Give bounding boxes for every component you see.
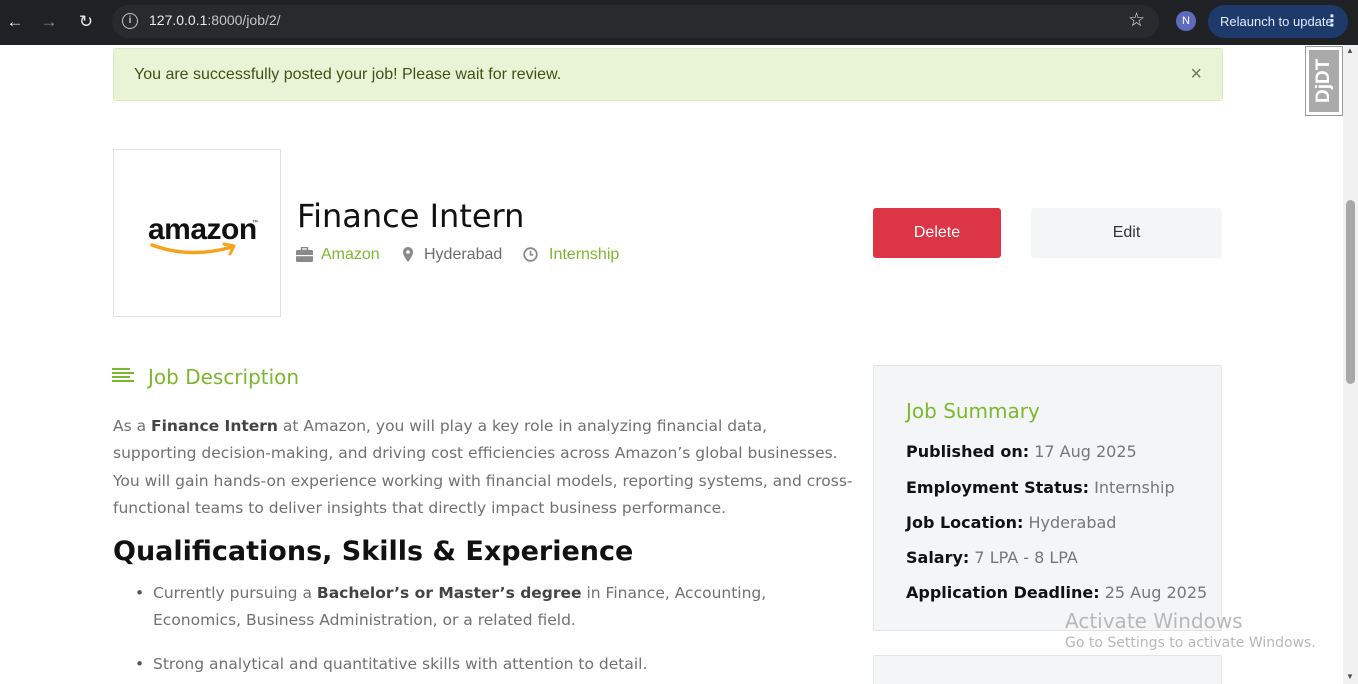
summary-salary: Salary: 7 LPA - 8 LPA bbox=[906, 548, 1078, 567]
scroll-up-arrow-icon[interactable]: ▲ bbox=[1346, 46, 1354, 55]
debug-toolbar-handle[interactable]: DjDT bbox=[1305, 46, 1343, 116]
back-arrow-icon[interactable]: ← bbox=[2, 9, 28, 35]
map-pin-icon bbox=[403, 247, 413, 262]
job-summary-card: Job Summary Published on: 17 Aug 2025 Em… bbox=[873, 365, 1222, 631]
menu-dots-icon[interactable]: ⋮ bbox=[1324, 5, 1340, 38]
clock-icon bbox=[523, 247, 538, 262]
company-link[interactable]: Amazon bbox=[321, 245, 380, 265]
activation-watermark-subtitle: Go to Settings to activate Windows. bbox=[1065, 635, 1316, 651]
summary-published: Published on: 17 Aug 2025 bbox=[906, 442, 1137, 461]
site-info-icon[interactable]: i bbox=[122, 13, 138, 29]
job-title: Finance Intern bbox=[297, 197, 525, 235]
browser-toolbar: ← → ↻ i 127.0.0.1:8000/job/2/ ☆ N Relaun… bbox=[0, 0, 1358, 45]
bookmark-star-icon[interactable]: ☆ bbox=[1128, 9, 1145, 32]
list-item: Strong analytical and quantitative skill… bbox=[133, 651, 833, 679]
alert-message: You are successfully posted your job! Pl… bbox=[134, 66, 562, 83]
secondary-card bbox=[873, 655, 1222, 684]
job-type-link[interactable]: Internship bbox=[549, 245, 619, 265]
qualifications-list: Currently pursuing a Bachelor’s or Maste… bbox=[133, 580, 833, 684]
summary-status: Employment Status: Internship bbox=[906, 478, 1175, 497]
align-left-icon bbox=[112, 368, 134, 384]
url-text[interactable]: 127.0.0.1:8000/job/2/ bbox=[149, 12, 281, 28]
amazon-smile-icon bbox=[150, 242, 236, 256]
qualifications-heading: Qualifications, Skills & Experience bbox=[113, 536, 634, 567]
summary-deadline: Application Deadline: 25 Aug 2025 bbox=[906, 583, 1208, 602]
list-item: Currently pursuing a Bachelor’s or Maste… bbox=[133, 580, 833, 635]
close-icon[interactable]: × bbox=[1190, 63, 1202, 86]
summary-location: Job Location: Hyderabad bbox=[906, 513, 1117, 532]
relaunch-button[interactable]: Relaunch to update ⋮ bbox=[1208, 5, 1348, 38]
edit-button[interactable]: Edit bbox=[1031, 208, 1222, 258]
briefcase-icon bbox=[296, 247, 313, 262]
activation-watermark-title: Activate Windows bbox=[1065, 609, 1243, 633]
logo-tm-mark: ™ bbox=[252, 220, 258, 226]
job-description-text: As a Finance Intern at Amazon, you will … bbox=[113, 417, 853, 517]
address-bar[interactable]: i 127.0.0.1:8000/job/2/ ☆ bbox=[112, 5, 1159, 38]
reload-icon[interactable]: ↻ bbox=[73, 9, 99, 35]
debug-toolbar-label: DjDT bbox=[1309, 50, 1339, 112]
job-summary-title: Job Summary bbox=[906, 399, 1040, 423]
job-description-heading: Job Description bbox=[148, 365, 300, 389]
page-scrollbar-thumb[interactable] bbox=[1346, 200, 1355, 384]
scroll-down-arrow-icon[interactable]: ▼ bbox=[1346, 672, 1354, 681]
success-alert: You are successfully posted your job! Pl… bbox=[113, 48, 1223, 101]
forward-arrow-icon[interactable]: → bbox=[36, 9, 62, 35]
delete-button[interactable]: Delete bbox=[873, 208, 1001, 258]
profile-avatar[interactable]: N bbox=[1176, 11, 1196, 31]
company-logo: amazon ™ bbox=[113, 149, 281, 317]
job-location: Hyderabad bbox=[424, 246, 503, 263]
relaunch-label: Relaunch to update bbox=[1220, 14, 1333, 29]
